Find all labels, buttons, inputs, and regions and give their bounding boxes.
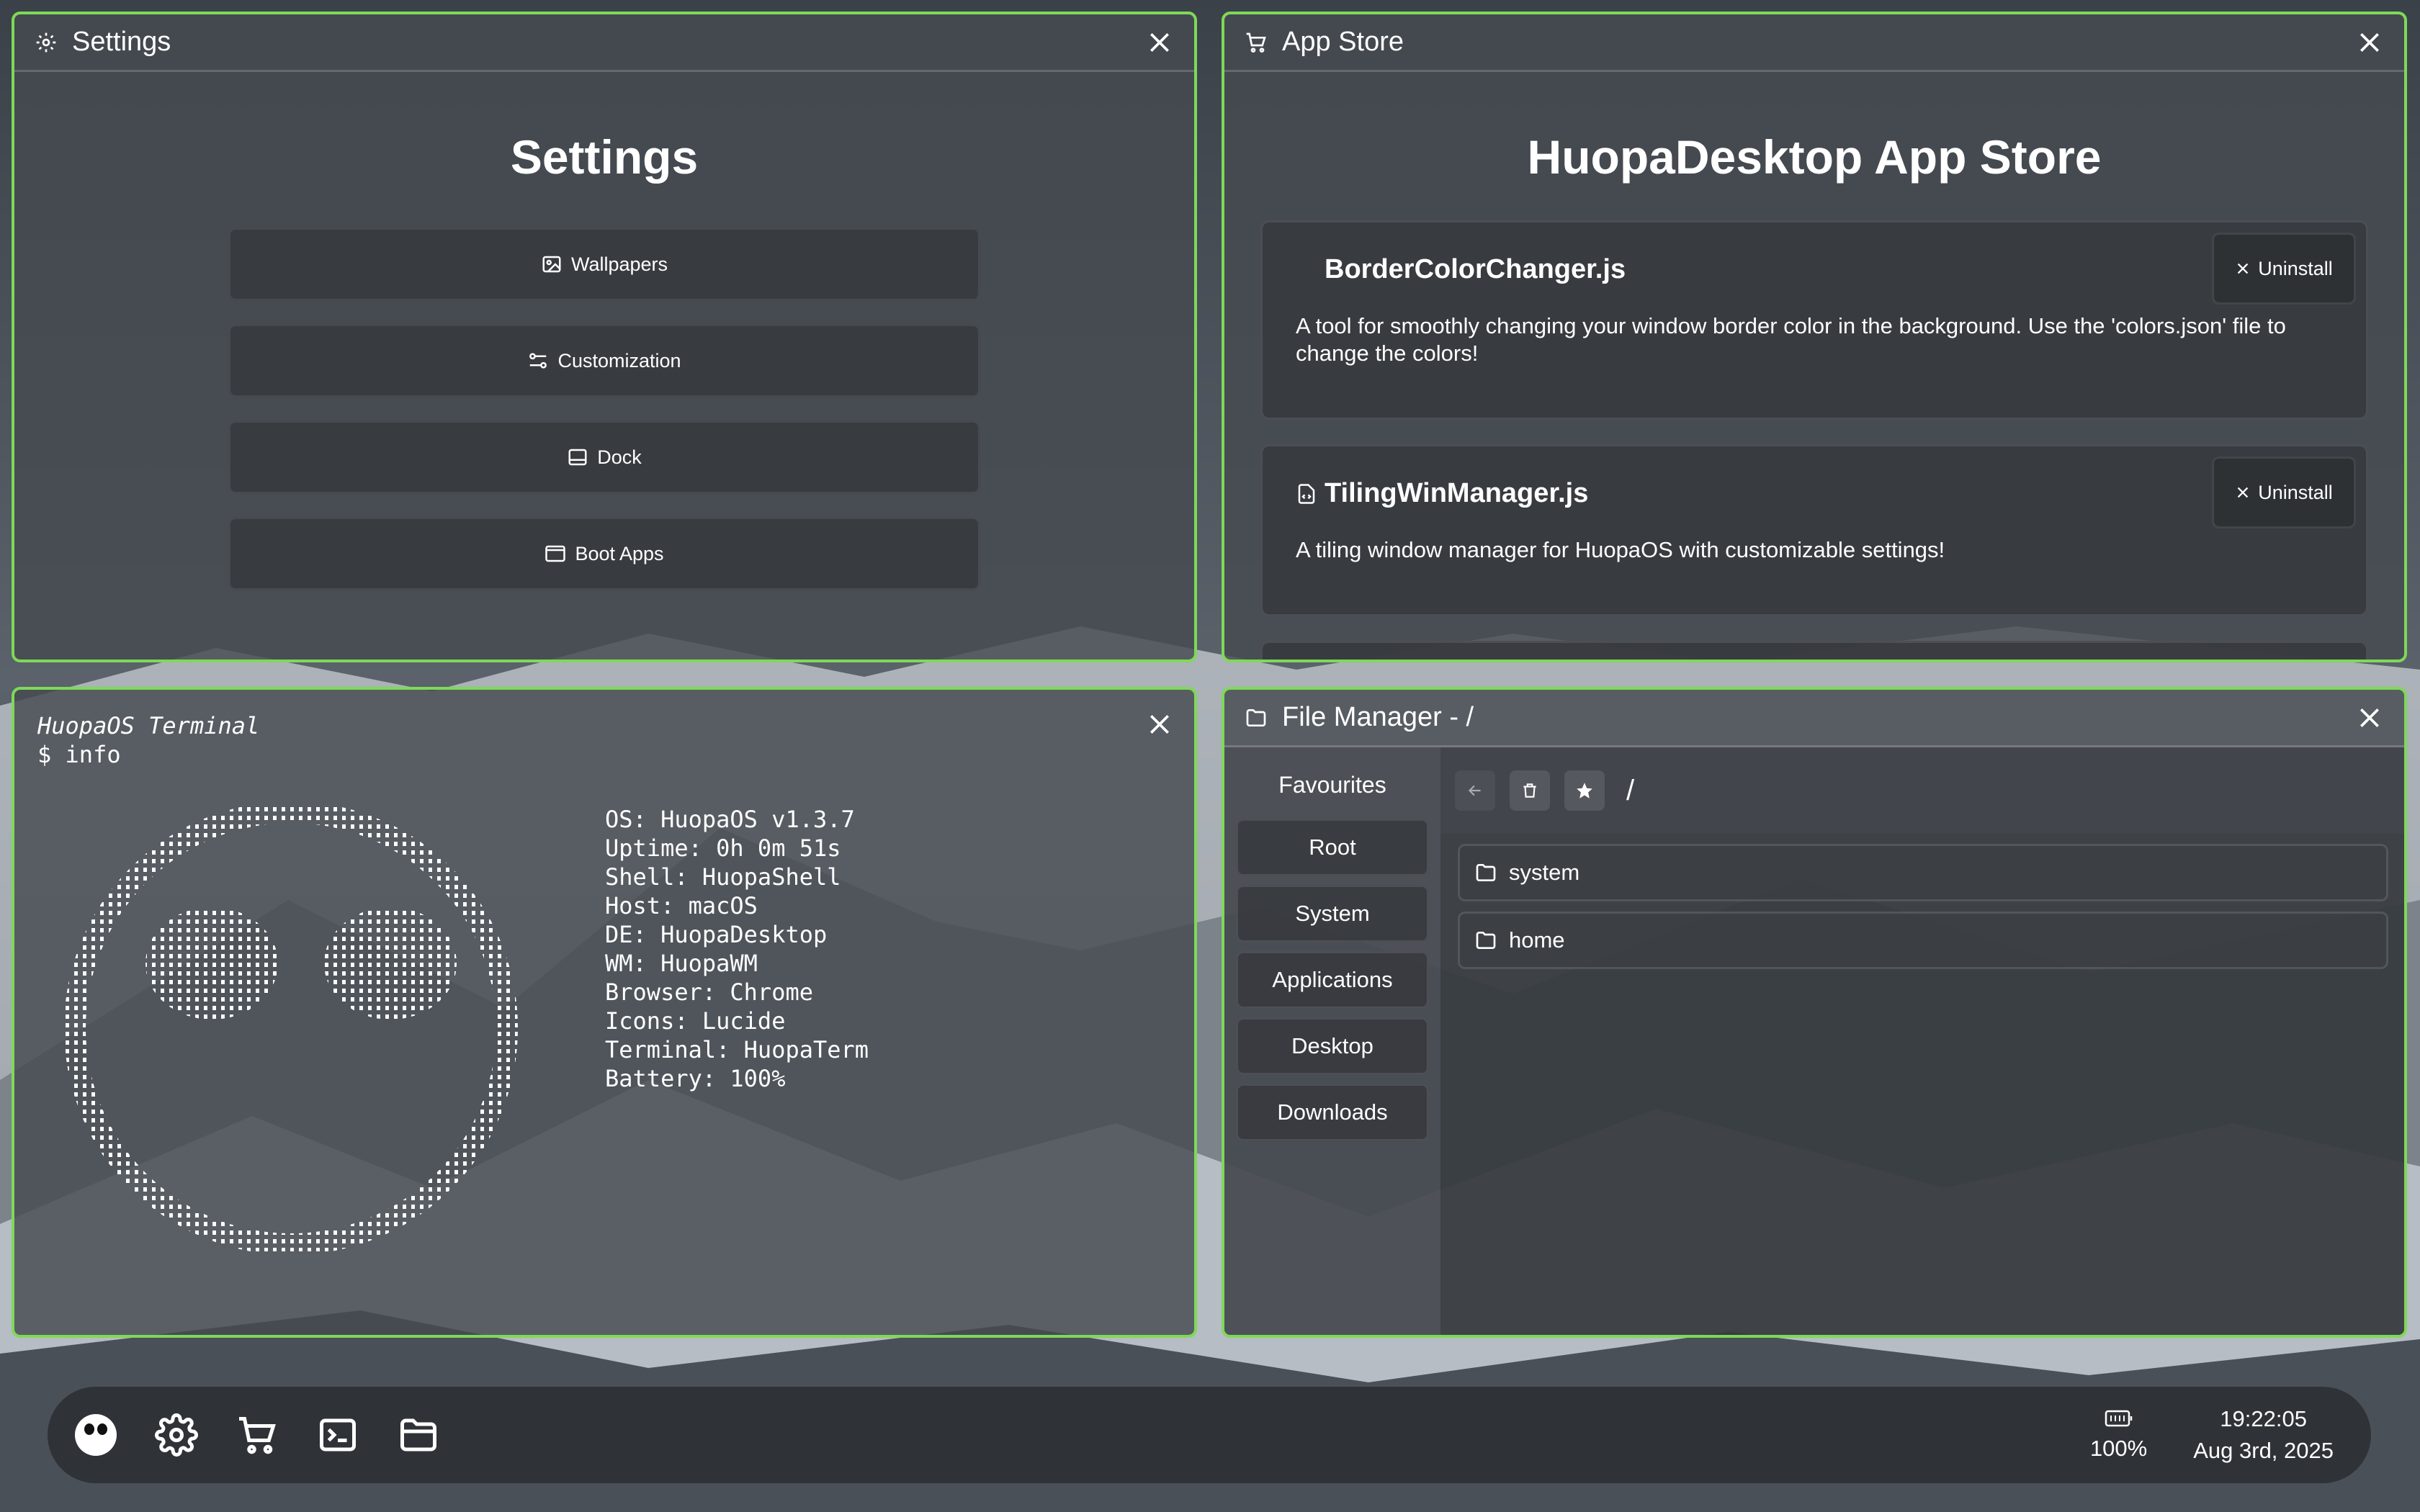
battery-percent: 100% bbox=[2089, 1436, 2148, 1461]
current-path: / bbox=[1626, 774, 1635, 806]
wallpapers-button[interactable]: Wallpapers bbox=[228, 228, 980, 301]
dock-terminal-button[interactable] bbox=[305, 1403, 370, 1467]
info-line: Shell: HuopaShell bbox=[605, 863, 841, 891]
dock-label: Dock bbox=[597, 446, 642, 468]
info-line: Host: macOS bbox=[605, 892, 758, 919]
app-store-titlebar[interactable]: App Store bbox=[1224, 14, 2404, 72]
entry-name: system bbox=[1509, 860, 1580, 885]
dock-icon bbox=[568, 449, 587, 466]
info-line: Browser: Chrome bbox=[605, 978, 813, 1006]
info-line: WM: HuopaWM bbox=[605, 950, 758, 977]
app-name: BorderColorChanger.js bbox=[1325, 254, 1626, 284]
list-item[interactable]: system bbox=[1458, 844, 2388, 901]
dock-settings-button[interactable] bbox=[144, 1403, 209, 1467]
x-icon bbox=[2237, 487, 2249, 498]
file-manager-window: File Manager - / Favourites Root System … bbox=[1222, 687, 2407, 1338]
file-toolbar: / bbox=[1440, 747, 2404, 834]
folder-icon bbox=[1245, 706, 1268, 729]
customization-button[interactable]: Customization bbox=[228, 324, 980, 397]
battery-status: 100% bbox=[2090, 1408, 2147, 1462]
info-line: DE: HuopaDesktop bbox=[605, 921, 828, 948]
file-manager-titlebar[interactable]: File Manager - / bbox=[1224, 690, 2404, 747]
settings-icon bbox=[155, 1413, 198, 1457]
huopa-logo-button[interactable] bbox=[63, 1403, 128, 1467]
app-name-row: TilingWinManager.js bbox=[1296, 478, 2333, 509]
boot-apps-button[interactable]: Boot Apps bbox=[228, 517, 980, 590]
sidebar-item-system[interactable]: System bbox=[1236, 885, 1429, 942]
file-code-icon bbox=[1298, 483, 1315, 504]
folder-icon bbox=[400, 1418, 436, 1452]
clock-time: 19:22:05 bbox=[2220, 1406, 2307, 1431]
battery-icon bbox=[2105, 1410, 2132, 1427]
close-icon[interactable] bbox=[2355, 703, 2384, 732]
star-icon bbox=[1577, 783, 1592, 798]
app-card: BorderColorChanger.js A tool for smoothl… bbox=[1260, 220, 2368, 420]
window-title: File Manager - / bbox=[1282, 702, 1474, 732]
close-icon[interactable] bbox=[1145, 28, 1174, 57]
cart-icon bbox=[239, 1417, 276, 1454]
huopa-logo-icon bbox=[75, 1414, 117, 1456]
page-title: HuopaDesktop App Store bbox=[1527, 130, 2102, 184]
page-title: Settings bbox=[510, 130, 699, 184]
settings-titlebar[interactable]: Settings bbox=[14, 14, 1194, 72]
app-description: A tool for smoothly changing your window… bbox=[1296, 313, 2286, 366]
close-icon[interactable] bbox=[2355, 28, 2384, 57]
favourites-heading: Favourites bbox=[1278, 772, 1386, 798]
settings-window: Settings Settings Wallpapers Customizati… bbox=[12, 12, 1197, 662]
info-line: Terminal: HuopaTerm bbox=[605, 1036, 869, 1063]
close-icon[interactable] bbox=[1145, 710, 1174, 739]
terminal-command: $ info bbox=[37, 741, 121, 768]
entry-name: home bbox=[1509, 927, 1565, 953]
terminal-window[interactable]: HuopaOS Terminal $ info OS: HuopaOS v1.3… bbox=[12, 687, 1197, 1338]
info-line: Uptime: 0h 0m 51s bbox=[605, 834, 841, 862]
dock-app-store-button[interactable] bbox=[225, 1403, 290, 1467]
sidebar-item-root[interactable]: Root bbox=[1236, 819, 1429, 876]
cart-icon bbox=[1245, 31, 1268, 54]
clock-date: Aug 3rd, 2025 bbox=[2193, 1438, 2334, 1463]
customization-label: Customization bbox=[557, 349, 681, 372]
delete-button[interactable] bbox=[1510, 770, 1550, 811]
list-item[interactable]: home bbox=[1458, 912, 2388, 969]
system-info: OS: HuopaOS v1.3.7 Uptime: 0h 0m 51s Shell… bbox=[605, 805, 869, 1093]
trash-icon bbox=[1523, 783, 1536, 798]
favourites-sidebar: Favourites Root System Applications Desk… bbox=[1224, 747, 1440, 1335]
app-store-window: App Store HuopaDesktop App Store BorderC… bbox=[1222, 12, 2407, 662]
sidebar-item-desktop[interactable]: Desktop bbox=[1236, 1017, 1429, 1075]
info-line: Battery: 100% bbox=[605, 1065, 786, 1092]
folder-icon bbox=[1476, 864, 1496, 881]
window-title: App Store bbox=[1282, 27, 1404, 57]
wallpapers-label: Wallpapers bbox=[570, 253, 668, 275]
arrow-left-icon bbox=[1468, 785, 1481, 796]
uninstall-button[interactable]: Uninstall bbox=[2212, 233, 2356, 305]
dock-file-manager-button[interactable] bbox=[386, 1403, 451, 1467]
clock: 19:22:05 Aug 3rd, 2025 bbox=[2193, 1403, 2334, 1467]
terminal-icon bbox=[320, 1418, 356, 1452]
file-list-pane: / system home bbox=[1440, 747, 2404, 1335]
app-card: TilingWinManager.js A tiling window mana… bbox=[1260, 444, 2368, 616]
uninstall-label: Uninstall bbox=[2258, 481, 2333, 503]
settings-icon bbox=[35, 31, 58, 54]
info-line: OS: HuopaOS v1.3.7 bbox=[605, 806, 855, 833]
back-button[interactable] bbox=[1455, 770, 1495, 811]
app-description: A tiling window manager for HuopaOS with… bbox=[1296, 537, 1945, 562]
info-line: Icons: Lucide bbox=[605, 1007, 786, 1035]
x-icon bbox=[2237, 263, 2249, 274]
app-card-partial bbox=[1260, 641, 2368, 660]
huopa-ascii-logo bbox=[46, 801, 565, 1255]
sliders-icon bbox=[529, 353, 547, 369]
app-window-icon bbox=[545, 545, 566, 562]
dock: 100% 19:22:05 Aug 3rd, 2025 bbox=[48, 1387, 2371, 1483]
uninstall-label: Uninstall bbox=[2258, 257, 2333, 279]
folder-icon bbox=[1476, 932, 1496, 949]
terminal-header: HuopaOS Terminal bbox=[37, 712, 260, 739]
boot-apps-label: Boot Apps bbox=[575, 542, 664, 564]
app-name: TilingWinManager.js bbox=[1325, 478, 1589, 508]
uninstall-button[interactable]: Uninstall bbox=[2212, 456, 2356, 528]
sidebar-item-applications[interactable]: Applications bbox=[1236, 951, 1429, 1009]
sidebar-item-downloads[interactable]: Downloads bbox=[1236, 1084, 1429, 1141]
window-title: Settings bbox=[72, 27, 171, 57]
image-icon bbox=[542, 256, 561, 273]
dock-button[interactable]: Dock bbox=[228, 420, 980, 494]
favourite-button[interactable] bbox=[1564, 770, 1605, 811]
